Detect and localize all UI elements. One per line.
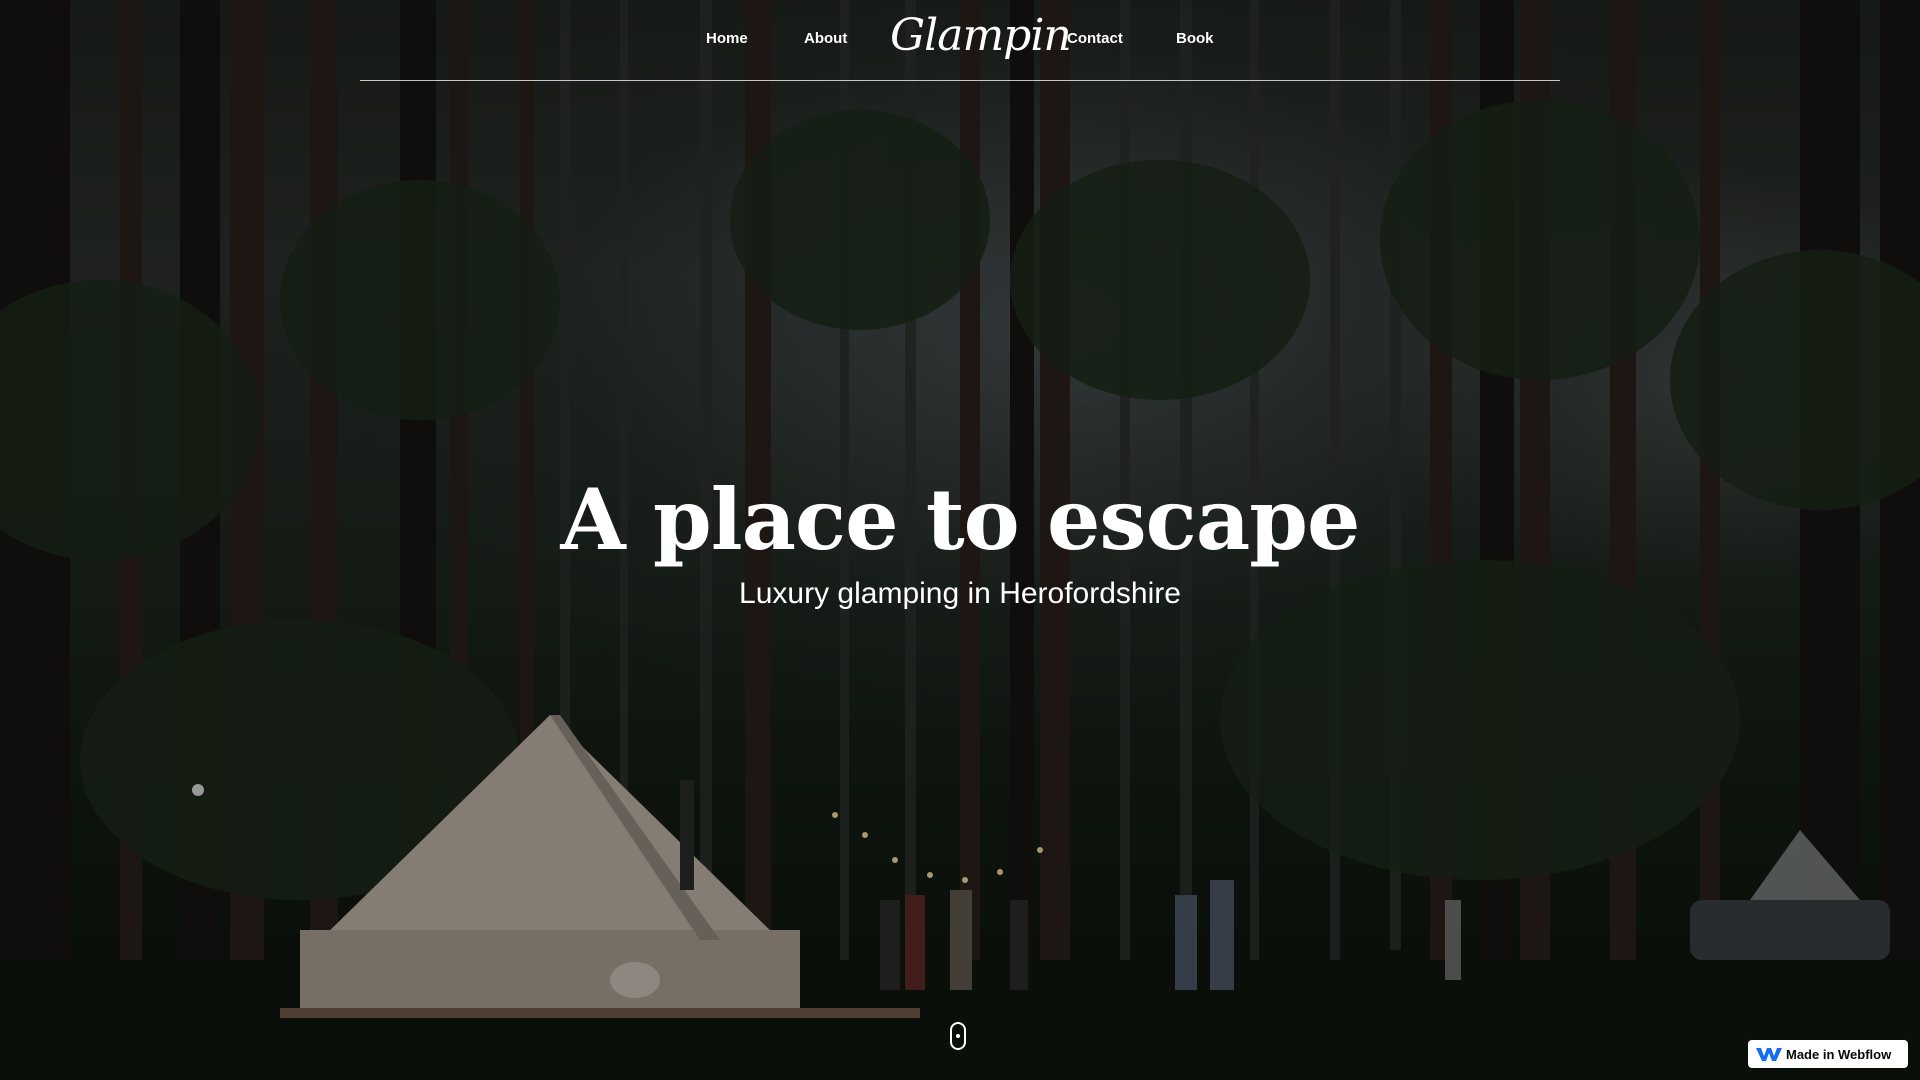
made-in-webflow-badge[interactable]: Made in Webflow xyxy=(1748,1040,1908,1068)
nav-link-home[interactable]: Home xyxy=(706,30,748,47)
nav-link-book[interactable]: Book xyxy=(1176,30,1214,47)
mouse-scroll-icon[interactable] xyxy=(950,1022,966,1050)
webflow-logo-icon xyxy=(1756,1048,1782,1061)
nav-link-about[interactable]: About xyxy=(804,30,847,47)
top-navigation: Home About Glampin Contact Book xyxy=(360,0,1560,81)
badge-label: Made in Webflow xyxy=(1786,1046,1892,1062)
scroll-dot xyxy=(956,1034,960,1038)
glampin-logo[interactable]: Glampin xyxy=(890,6,1072,66)
hero-subtitle: Luxury glamping in Herofordshire xyxy=(739,577,1181,610)
hero-title: A place to escape xyxy=(560,470,1361,569)
nav-link-contact[interactable]: Contact xyxy=(1067,30,1123,47)
hero-section: Home About Glampin Contact Book A place … xyxy=(0,0,1920,1080)
